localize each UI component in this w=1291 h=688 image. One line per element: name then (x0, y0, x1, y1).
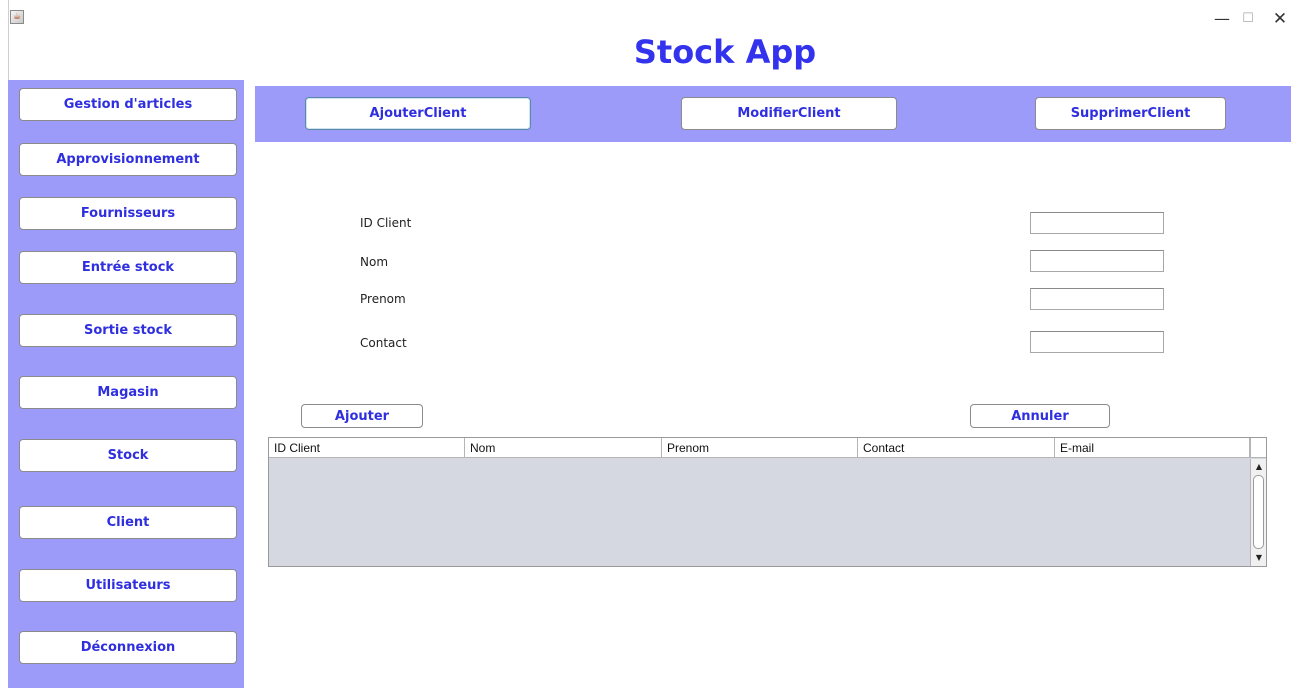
clients-table[interactable]: ID Client Nom Prenom Contact E-mail ▲ ▼ (268, 437, 1267, 567)
sidebar-item-stock[interactable]: Stock (19, 439, 237, 472)
sidebar-item-gestion-articles[interactable]: Gestion d'articles (19, 88, 237, 121)
app-title: Stock App (633, 33, 817, 71)
annuler-button[interactable]: Annuler (970, 404, 1110, 428)
sidebar-item-fournisseurs[interactable]: Fournisseurs (19, 197, 237, 230)
column-header-email[interactable]: E-mail (1055, 438, 1250, 458)
table-header: ID Client Nom Prenom Contact E-mail (269, 438, 1250, 458)
contact-input[interactable] (1030, 331, 1164, 353)
maximize-icon[interactable]: ☐ (1236, 8, 1260, 30)
column-header-contact[interactable]: Contact (858, 438, 1055, 458)
scroll-down-arrow-icon[interactable]: ▼ (1251, 551, 1267, 565)
column-header-prenom[interactable]: Prenom (662, 438, 858, 458)
sidebar-item-utilisateurs[interactable]: Utilisateurs (19, 569, 237, 602)
close-icon[interactable]: ✕ (1268, 8, 1291, 30)
sidebar-item-sortie-stock[interactable]: Sortie stock (19, 314, 237, 347)
id-client-label: ID Client (360, 216, 412, 230)
sidebar-item-deconnexion[interactable]: Déconnexion (19, 631, 237, 664)
modifier-client-button[interactable]: ModifierClient (681, 97, 897, 130)
nom-label: Nom (360, 255, 389, 269)
table-header-corner (1250, 438, 1266, 458)
column-header-id-client[interactable]: ID Client (269, 438, 465, 458)
minimize-icon[interactable]: — (1210, 8, 1234, 30)
nom-input[interactable] (1030, 250, 1164, 272)
column-header-nom[interactable]: Nom (465, 438, 662, 458)
scroll-up-arrow-icon[interactable]: ▲ (1251, 460, 1267, 474)
table-vertical-scrollbar[interactable]: ▲ ▼ (1250, 459, 1266, 566)
java-app-icon: ☕ (10, 10, 24, 24)
supprimer-client-button[interactable]: SupprimerClient (1035, 97, 1226, 130)
sidebar-item-approvisionnement[interactable]: Approvisionnement (19, 143, 237, 176)
contact-label: Contact (360, 336, 407, 350)
sidebar-item-magasin[interactable]: Magasin (19, 376, 237, 409)
prenom-input[interactable] (1030, 288, 1164, 310)
prenom-label: Prenom (360, 292, 406, 306)
ajouter-client-button[interactable]: AjouterClient (305, 97, 531, 130)
scrollbar-thumb[interactable] (1253, 475, 1264, 549)
ajouter-button[interactable]: Ajouter (301, 404, 423, 428)
sidebar-item-entree-stock[interactable]: Entrée stock (19, 251, 237, 284)
sidebar-item-client[interactable]: Client (19, 506, 237, 539)
id-client-input[interactable] (1030, 212, 1164, 234)
